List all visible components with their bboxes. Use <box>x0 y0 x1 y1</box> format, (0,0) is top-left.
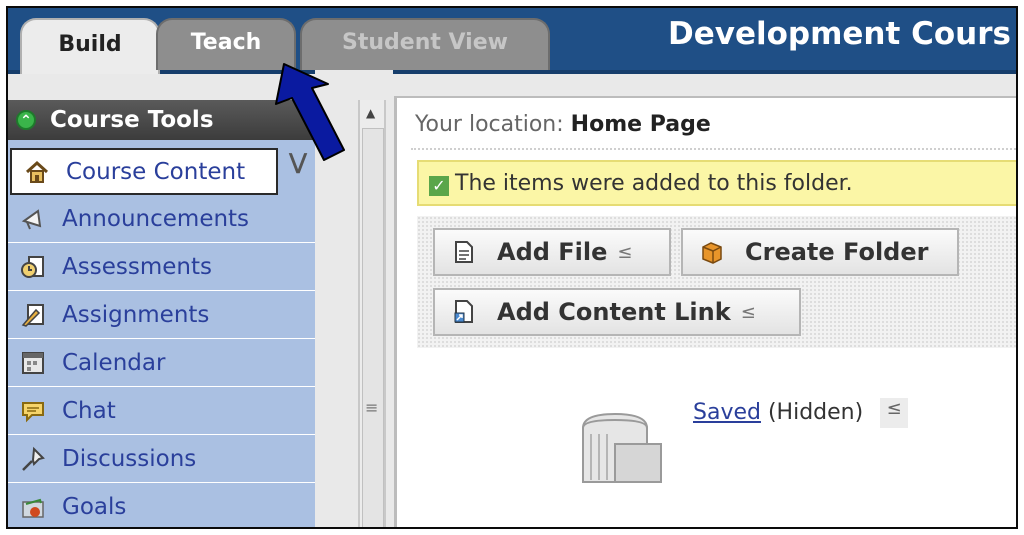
course-tools-title: Course Tools <box>50 107 214 133</box>
home-icon <box>22 157 52 187</box>
add-file-button[interactable]: Add File ≤ <box>433 228 671 276</box>
sidebar-item-label: Assignments <box>62 302 210 328</box>
sidebar-item-discussions[interactable]: Discussions <box>8 436 315 483</box>
receipt-message: The items were added to this folder. <box>455 170 853 196</box>
add-file-label: Add File <box>497 238 608 266</box>
sidebar-scrollbar[interactable]: ▲ <box>358 100 386 527</box>
create-folder-button[interactable]: Create Folder <box>681 228 959 276</box>
scroll-up-arrow-icon[interactable]: ▲ <box>366 106 375 120</box>
action-bar: Add File ≤ Create Folder Add Content Lin… <box>417 216 1016 348</box>
add-content-link-button[interactable]: Add Content Link ≤ <box>433 288 801 336</box>
chat-bubble-icon <box>18 396 48 426</box>
tab-build[interactable]: Build <box>20 18 160 74</box>
sidebar-item-assignments[interactable]: Assignments <box>8 292 315 339</box>
folder-item: Saved (Hidden) ≤ <box>693 398 909 428</box>
folder-icon <box>699 238 725 266</box>
sidebar-item-goals[interactable]: Goals <box>8 484 315 527</box>
sidebar-item-assessments[interactable]: Assessments <box>8 244 315 291</box>
application-frame: Build Teach Student View Development Cou… <box>6 6 1018 529</box>
folder-name-link[interactable]: Saved <box>693 400 761 425</box>
sidebar-item-label: Announcements <box>62 206 250 232</box>
clock-document-icon <box>18 252 48 282</box>
annotation-arrow-icon <box>270 58 350 172</box>
breadcrumb-prefix: Your location: <box>415 112 564 137</box>
checkmark-icon: ✓ <box>429 176 449 196</box>
dropdown-menu-icon[interactable]: ≤ <box>880 398 909 428</box>
create-folder-label: Create Folder <box>745 238 929 266</box>
document-icon <box>451 238 477 266</box>
scrollbar-thumb[interactable] <box>362 128 384 527</box>
resize-grip-icon[interactable]: ≡ <box>365 398 378 417</box>
sidebar-item-label: Assessments <box>62 254 212 280</box>
sidebar-item-announcements[interactable]: Announcements <box>8 196 315 243</box>
folder-status: (Hidden) <box>767 400 864 425</box>
sidebar-item-label: Chat <box>62 398 116 424</box>
pushpin-icon <box>18 444 48 474</box>
course-tools-header[interactable]: ⌃ Course Tools <box>8 100 315 140</box>
dropdown-menu-icon[interactable]: ≤ <box>741 302 756 323</box>
breadcrumb-current-page: Home Page <box>570 112 711 137</box>
success-receipt: ✓ The items were added to this folder. <box>417 160 1016 206</box>
breadcrumb: Your location: Home Page <box>415 112 711 137</box>
sidebar-item-label: Course Content <box>66 158 246 185</box>
megaphone-icon <box>18 204 48 234</box>
pencil-document-icon <box>18 300 48 330</box>
sidebar-item-course-content[interactable]: Course Content <box>10 148 278 195</box>
sidebar-item-calendar[interactable]: Calendar <box>8 340 315 387</box>
target-icon <box>18 492 48 522</box>
link-document-icon <box>451 298 477 326</box>
content-area: Your location: Home Page ✓ The items wer… <box>394 96 1016 527</box>
hidden-folder-icon <box>575 398 671 498</box>
sidebar-item-chat[interactable]: Chat <box>8 388 315 435</box>
course-title: Development Cours <box>668 16 1011 52</box>
collapse-toggle-icon[interactable]: ⌃ <box>16 110 36 130</box>
add-content-link-label: Add Content Link <box>497 298 731 326</box>
top-bar: Build Teach Student View Development Cou… <box>8 8 1016 74</box>
breadcrumb-divider <box>411 148 1016 150</box>
dropdown-menu-icon[interactable]: ≤ <box>617 242 632 263</box>
calendar-icon <box>18 348 48 378</box>
sidebar-item-label: Discussions <box>62 446 197 472</box>
course-tools-sidebar: ⌃ Course Tools Course Content ⋁ Announce… <box>8 100 315 527</box>
sidebar-item-label: Goals <box>62 494 127 520</box>
sidebar-item-label: Calendar <box>62 350 166 376</box>
